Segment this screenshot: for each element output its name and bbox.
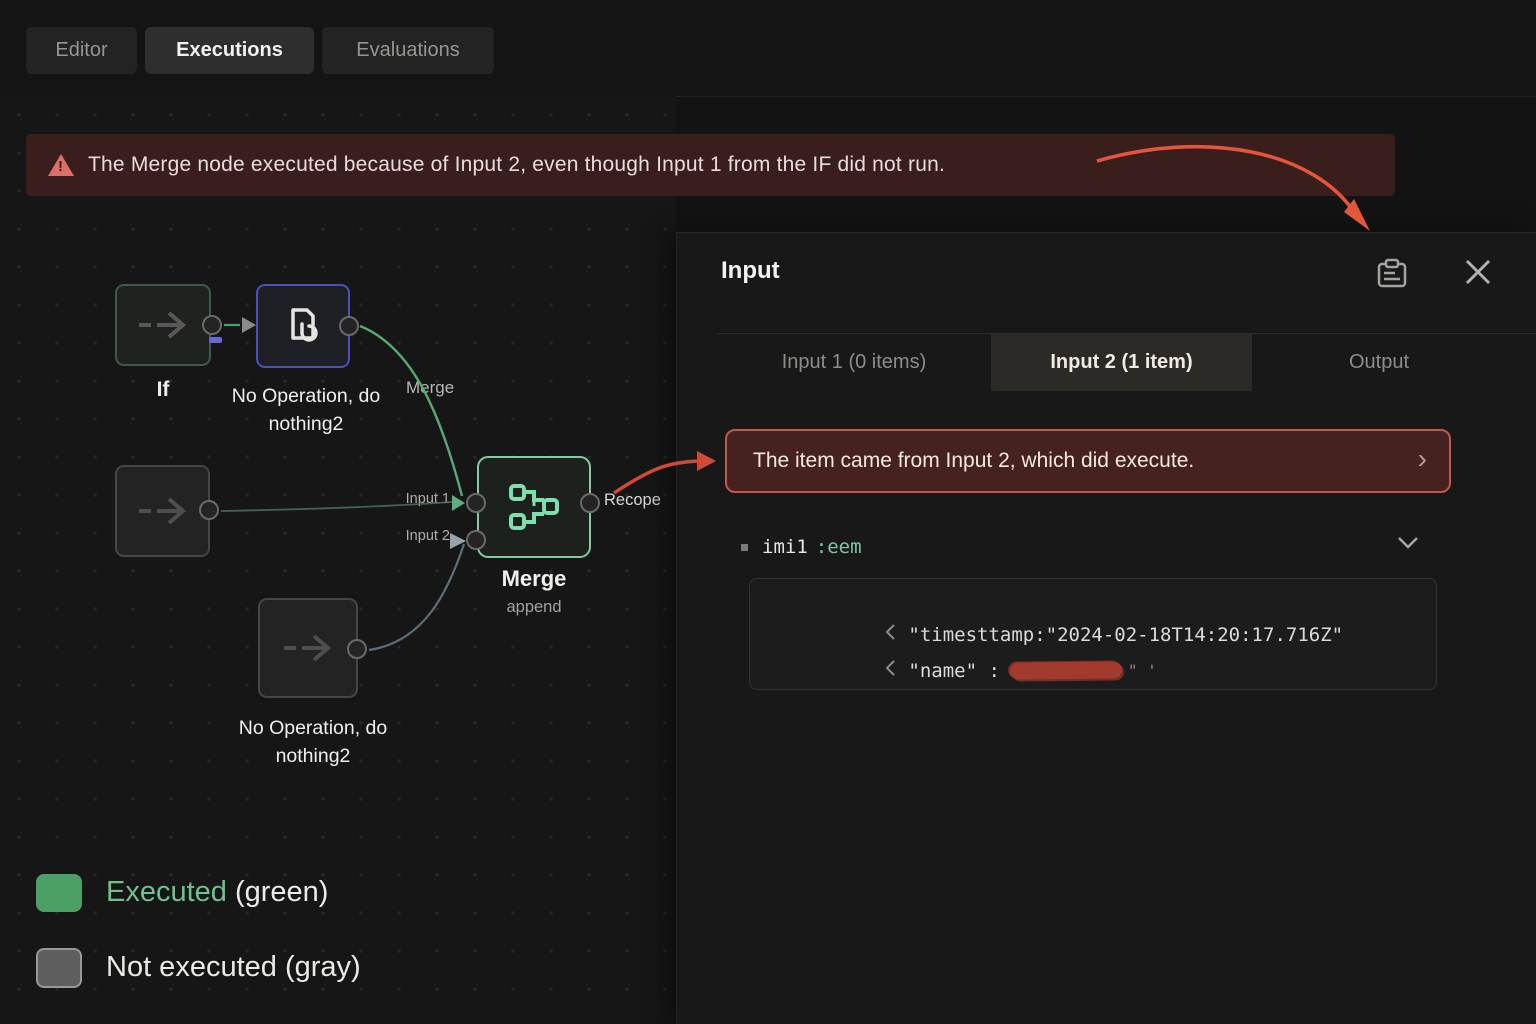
edge-label-merge: Merge bbox=[406, 378, 455, 397]
clipboard-icon[interactable] bbox=[1375, 257, 1409, 294]
if-output-connector[interactable] bbox=[202, 315, 222, 335]
code-name-tail: " ' bbox=[1127, 661, 1157, 680]
json-bullet-icon bbox=[741, 543, 748, 551]
node-no-operation-bottom[interactable] bbox=[258, 598, 358, 698]
panel-tab-bar: Input 1 (0 items) Input 2 (1 item) Outpu… bbox=[717, 333, 1536, 391]
panel-tab-output[interactable]: Output bbox=[1252, 334, 1506, 391]
noop-bottom-output-connector[interactable] bbox=[347, 639, 367, 659]
panel-title: Input bbox=[721, 257, 780, 284]
if-secondary-output bbox=[209, 337, 222, 343]
warning-banner: The Merge node executed because of Input… bbox=[26, 134, 1395, 196]
panel-tab-input2[interactable]: Input 2 (1 item) bbox=[991, 334, 1252, 391]
if-node-label: If bbox=[156, 378, 170, 401]
merge-output-connector[interactable] bbox=[580, 493, 600, 513]
input2-callout-text: The item came from Input 2, which did ex… bbox=[753, 449, 1195, 472]
redacted-value bbox=[1009, 661, 1122, 680]
json-item-key: imi1 bbox=[762, 536, 808, 558]
arrow-icon bbox=[139, 311, 187, 339]
arrow-icon bbox=[284, 634, 332, 662]
merge-node-subtitle: append bbox=[506, 598, 562, 616]
tab-evaluations[interactable]: Evaluations bbox=[322, 27, 494, 74]
tab-executions[interactable]: Executions bbox=[145, 27, 314, 74]
merge-input1-label: Input 1 bbox=[405, 491, 450, 507]
noop-top-output-connector[interactable] bbox=[339, 316, 359, 336]
node-if[interactable] bbox=[115, 284, 211, 366]
node-gray-unexecuted[interactable] bbox=[115, 465, 210, 557]
noop-bottom-label: No Operation, do nothing2 bbox=[238, 717, 388, 768]
json-code-box: "timesttamp:"2024-02-18T14:20:17.716Z" "… bbox=[749, 578, 1437, 690]
noop-top-label: No Operation, do nothing2 bbox=[231, 385, 381, 436]
close-icon[interactable] bbox=[1463, 257, 1493, 292]
json-item-value: :eem bbox=[815, 536, 862, 558]
merge-output-label: Recope bbox=[604, 491, 661, 509]
collapse-chevron-icon[interactable] bbox=[770, 637, 896, 704]
merge-input2-label: Input 2 bbox=[405, 528, 450, 544]
arrow-icon bbox=[138, 497, 186, 525]
json-item-row[interactable]: imi1 :eem bbox=[741, 536, 862, 558]
input-detail-panel: Input Input 1 (0 items) Input 2 (1 item)… bbox=[676, 232, 1536, 1024]
panel-tab-input1[interactable]: Input 1 (0 items) bbox=[717, 334, 991, 391]
merge-icon bbox=[509, 484, 559, 530]
tab-editor[interactable]: Editor bbox=[26, 27, 137, 74]
legend-executed-word: Executed bbox=[106, 876, 227, 908]
input2-callout[interactable]: The item came from Input 2, which did ex… bbox=[725, 429, 1451, 493]
legend-swatch-executed bbox=[36, 874, 82, 912]
app-window: Editor Executions Evaluations The Merge … bbox=[0, 0, 1536, 1024]
legend-not-executed-label: Not executed (gray) bbox=[106, 951, 361, 983]
warning-banner-text: The Merge node executed because of Input… bbox=[88, 153, 945, 176]
legend-executed-label: Executed (green) bbox=[106, 876, 328, 909]
gray-node-output-connector[interactable] bbox=[199, 500, 219, 520]
orange-arrow-head bbox=[1344, 199, 1370, 231]
merge-input2-connector[interactable] bbox=[466, 530, 486, 550]
code-name-key: "name" : bbox=[908, 659, 1000, 682]
legend-executed-suffix: (green) bbox=[226, 876, 329, 908]
merge-input1-connector[interactable] bbox=[466, 493, 486, 513]
merge-node-label: Merge bbox=[501, 566, 567, 591]
warning-triangle-icon bbox=[48, 154, 74, 176]
chevron-down-icon[interactable] bbox=[1395, 533, 1421, 556]
node-no-operation-top[interactable] bbox=[256, 284, 350, 368]
legend-swatch-not-executed bbox=[36, 948, 82, 988]
node-merge[interactable] bbox=[477, 456, 591, 558]
code-line-name: "name" : " ' bbox=[770, 637, 1157, 704]
workflow-canvas[interactable] bbox=[0, 96, 676, 1024]
chevron-right-icon: › bbox=[1417, 443, 1427, 474]
no-operation-icon bbox=[291, 308, 318, 342]
top-navigation-bar: Editor Executions Evaluations bbox=[0, 0, 1536, 97]
